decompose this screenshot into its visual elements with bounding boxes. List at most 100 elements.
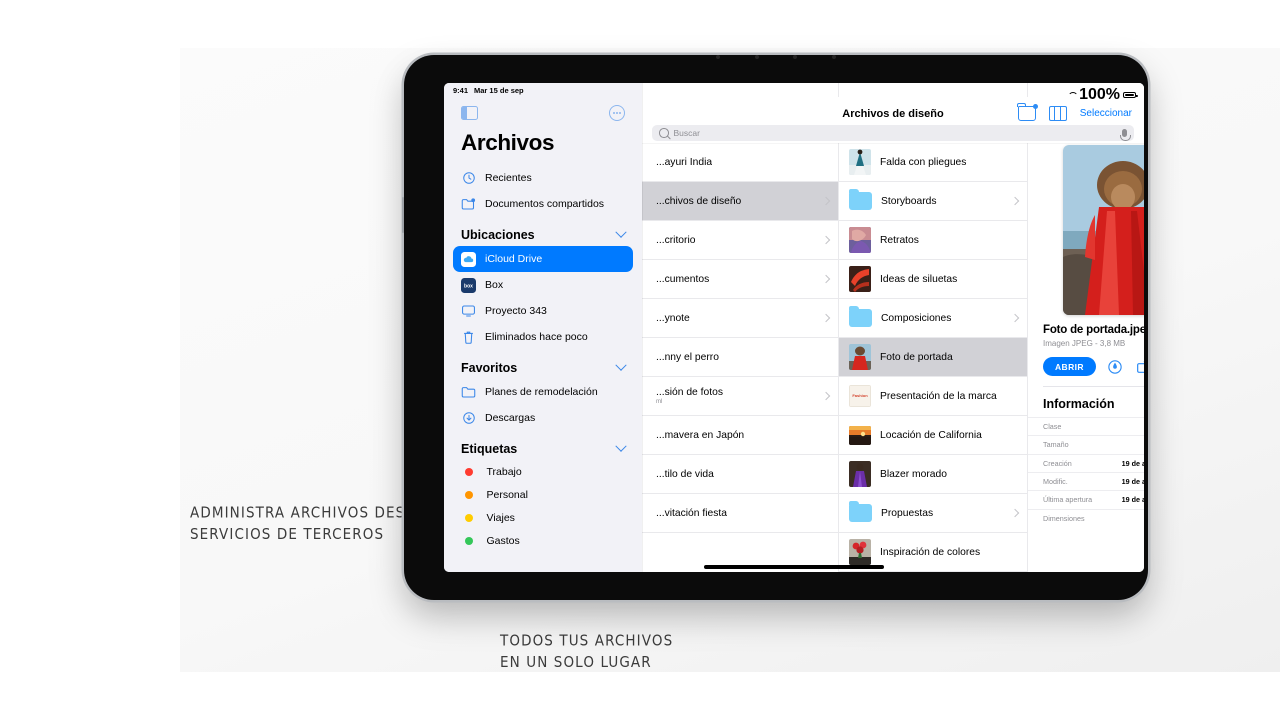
file-name: Storyboards bbox=[881, 195, 937, 207]
sidebar-item-label: Proyecto 343 bbox=[485, 305, 547, 317]
file-name: Ideas de siluetas bbox=[880, 273, 958, 285]
file-row-presentacion-de-la-marca[interactable]: Fashion Presentación de la marca bbox=[839, 377, 1028, 416]
svg-text:Fashion: Fashion bbox=[852, 393, 868, 398]
sidebar-header bbox=[444, 97, 642, 123]
more-circle-icon[interactable] bbox=[609, 105, 625, 121]
list-item[interactable]: ...nny el perro bbox=[642, 338, 839, 377]
file-row-retratos[interactable]: Retratos bbox=[839, 221, 1028, 260]
file-row-ideas-de-siluetas[interactable]: Ideas de siluetas bbox=[839, 260, 1028, 299]
folder-outline-icon bbox=[461, 385, 476, 400]
folder-icon bbox=[849, 188, 872, 210]
list-item-label: ...chivos de diseño bbox=[656, 195, 742, 207]
sidebar: 9:41 Mar 15 de sep Archivos Recientes Do… bbox=[444, 83, 642, 572]
file-list-column: Falda con pliegues Storyboards Retratos … bbox=[839, 83, 1028, 572]
file-row-composiciones[interactable]: Composiciones bbox=[839, 299, 1028, 338]
sidebar-tag-trabajo[interactable]: Trabajo bbox=[453, 460, 633, 483]
sidebar-item-eliminados-hace-poco[interactable]: Eliminados hace poco bbox=[453, 324, 633, 350]
camera-strip bbox=[716, 54, 836, 60]
monitor-icon bbox=[461, 304, 476, 319]
battery-icon bbox=[1123, 91, 1138, 99]
sidebar-title: Archivos bbox=[461, 130, 555, 155]
status-time: 9:41 bbox=[453, 85, 469, 95]
list-item[interactable]: ...chivos de diseño bbox=[642, 182, 839, 221]
list-item-label: ...sión de fotos bbox=[656, 387, 723, 398]
info-row-modificacion: Modific. 19 de abril de 2019, 21:37 bbox=[1028, 471, 1144, 490]
list-item[interactable]: ...mavera en Japón bbox=[642, 416, 839, 455]
list-item[interactable]: ...tilo de vida bbox=[642, 455, 839, 494]
photo-preview[interactable] bbox=[1062, 145, 1144, 315]
sidebar-group-title: Ubicaciones bbox=[461, 228, 535, 242]
select-button[interactable]: Seleccionar bbox=[1080, 108, 1132, 119]
microphone-icon[interactable] bbox=[1120, 129, 1131, 141]
file-name: Inspiración de colores bbox=[880, 546, 981, 558]
box-icon: box bbox=[461, 277, 476, 293]
search-bar[interactable]: Buscar bbox=[652, 125, 1134, 141]
file-row-foto-de-portada[interactable]: Foto de portada bbox=[839, 338, 1028, 377]
tag-color-dot bbox=[464, 513, 473, 522]
new-folder-icon[interactable] bbox=[1017, 103, 1038, 121]
search-icon bbox=[659, 128, 669, 138]
sidebar-group-ubicaciones[interactable]: Ubicaciones bbox=[444, 217, 642, 246]
chevron-down-icon[interactable] bbox=[615, 226, 627, 238]
information-header: Información Mostrar más bbox=[1028, 387, 1144, 417]
list-item[interactable]: ...ynote bbox=[642, 299, 839, 338]
camera-dot bbox=[716, 55, 720, 59]
search-input[interactable]: Buscar bbox=[674, 128, 1118, 138]
file-name: Foto de portada bbox=[880, 351, 953, 363]
file-thumbnail-icon bbox=[849, 149, 871, 175]
chevron-right-icon bbox=[821, 313, 831, 323]
list-item[interactable]: ...cumentos bbox=[642, 260, 839, 299]
sidebar-toggle-icon[interactable] bbox=[461, 106, 478, 120]
sidebar-tag-gastos[interactable]: Gastos bbox=[453, 529, 633, 552]
info-row-creacion: Creación 19 de abril de 2019, 21:37 bbox=[1028, 453, 1144, 472]
sidebar-item-label: Descargas bbox=[485, 412, 536, 424]
sidebar-item-icloud-drive[interactable]: iCloud Drive bbox=[453, 246, 633, 272]
chevron-right-icon bbox=[1010, 196, 1020, 206]
sidebar-tag-label: Trabajo bbox=[486, 465, 522, 478]
sidebar-group-favoritos[interactable]: Favoritos bbox=[444, 350, 642, 379]
sidebar-tag-personal[interactable]: Personal bbox=[453, 483, 633, 506]
folder-icon bbox=[849, 500, 872, 522]
sidebar-item-proyecto-343[interactable]: Proyecto 343 bbox=[453, 298, 633, 324]
list-item[interactable]: ...ayuri India bbox=[642, 143, 839, 182]
list-item[interactable]: ...sión de fotos ml bbox=[642, 377, 839, 416]
list-item-subtitle: ml bbox=[656, 399, 663, 405]
sidebar-item-descargas[interactable]: Descargas bbox=[453, 405, 633, 431]
chevron-right-icon bbox=[821, 274, 831, 284]
annotation-bottom-line-1: TODOS TUS ARCHIVOS bbox=[500, 632, 674, 651]
info-key: Modific. bbox=[1043, 477, 1068, 487]
info-row-tamano: Tamaño 3,8 MB bbox=[1028, 435, 1144, 453]
folder-icon bbox=[849, 305, 872, 327]
list-item-label: ...ayuri India bbox=[656, 156, 713, 168]
open-button[interactable]: ABRIR bbox=[1043, 357, 1096, 376]
sidebar-item-box[interactable]: box Box bbox=[453, 272, 633, 298]
sidebar-tag-viajes[interactable]: Viajes bbox=[453, 506, 633, 529]
file-row-blazer-morado[interactable]: Blazer morado bbox=[839, 455, 1028, 494]
file-row-propuestas[interactable]: Propuestas bbox=[839, 494, 1028, 533]
sidebar-item-documentos-compartidos[interactable]: Documentos compartidos bbox=[453, 191, 633, 217]
file-thumbnail-icon bbox=[849, 425, 871, 445]
chevron-down-icon[interactable] bbox=[615, 440, 627, 452]
status-bar-left: 9:41 Mar 15 de sep bbox=[453, 86, 524, 95]
file-row-falda-con-pliegues[interactable]: Falda con pliegues bbox=[839, 143, 1028, 182]
status-bar: 9:41 Mar 15 de sep bbox=[444, 83, 642, 97]
column-view-icon[interactable] bbox=[1048, 106, 1067, 121]
sidebar-item-recientes[interactable]: Recientes bbox=[453, 165, 633, 191]
sidebar-item-planes-de-remodelacion[interactable]: Planes de remodelación bbox=[453, 379, 633, 405]
info-key: Última apertura bbox=[1043, 495, 1093, 505]
markup-icon[interactable] bbox=[1107, 358, 1124, 375]
list-item[interactable]: ...critorio bbox=[642, 221, 839, 260]
file-row-storyboards[interactable]: Storyboards bbox=[839, 182, 1028, 221]
info-row-dimensiones: Dimensiones 3024 × 4032 bbox=[1028, 508, 1144, 527]
tag-color-dot bbox=[464, 490, 473, 499]
sidebar-tag-label: Gastos bbox=[486, 534, 520, 547]
sidebar-group-etiquetas[interactable]: Etiquetas bbox=[444, 431, 642, 460]
chevron-down-icon[interactable] bbox=[615, 359, 627, 371]
file-name: Composiciones bbox=[881, 312, 952, 324]
file-row-locacion-de-california[interactable]: Locación de California bbox=[839, 416, 1028, 455]
rotate-icon[interactable] bbox=[1135, 358, 1144, 375]
info-value: 19 de abril de 2019, 21:37 bbox=[1121, 495, 1144, 505]
keynote-document-icon: Fashion bbox=[849, 385, 871, 407]
tag-color-dot bbox=[464, 467, 473, 476]
list-item[interactable]: ...vitación fiesta bbox=[642, 494, 839, 533]
